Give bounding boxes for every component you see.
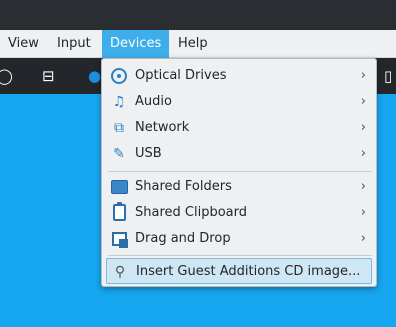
menu-item-shared-folders[interactable]: Shared Folders ›	[106, 174, 372, 200]
chevron-right-icon: ›	[360, 231, 366, 246]
devices-menu: Optical Drives › ♫ Audio › ⧉ Network › ✎…	[101, 58, 377, 287]
menu-item-label: Network	[135, 120, 190, 135]
shared-folders-icon	[111, 180, 128, 194]
audio-icon: ♫	[112, 94, 126, 110]
menu-item-label: USB	[135, 146, 162, 161]
chevron-right-icon: ›	[360, 68, 366, 83]
chevron-right-icon: ›	[360, 179, 366, 194]
app-icon[interactable]: ●	[88, 67, 101, 85]
menu-separator	[108, 255, 372, 256]
menu-item-drag-and-drop[interactable]: Drag and Drop ›	[106, 226, 372, 252]
menu-item-label: Drag and Drop	[135, 231, 231, 246]
power-icon[interactable]: ◯	[0, 67, 13, 85]
menu-input[interactable]: Input	[49, 30, 99, 58]
chevron-right-icon: ›	[360, 94, 366, 109]
menu-view[interactable]: View	[0, 30, 47, 58]
menu-item-insert-guest-additions[interactable]: ⚲ Insert Guest Additions CD image...	[106, 258, 372, 284]
menu-help[interactable]: Help	[170, 30, 216, 58]
chevron-right-icon: ›	[360, 205, 366, 220]
toolbar-end-icon[interactable]: ▯	[384, 67, 392, 85]
window-titlebar	[0, 0, 396, 30]
network-icon: ⧉	[114, 120, 124, 136]
chevron-right-icon: ›	[360, 146, 366, 161]
menu-item-network[interactable]: ⧉ Network ›	[106, 115, 372, 141]
menu-item-shared-clipboard[interactable]: Shared Clipboard ›	[106, 200, 372, 226]
menu-item-label: Shared Clipboard	[135, 205, 247, 220]
menubar: View Input Devices Help	[0, 30, 396, 58]
optical-drive-icon	[111, 68, 127, 84]
menu-item-label: Shared Folders	[135, 179, 232, 194]
menu-item-optical-drives[interactable]: Optical Drives ›	[106, 63, 372, 89]
settings-icon[interactable]: ⊟	[42, 67, 55, 85]
menu-item-label: Insert Guest Additions CD image...	[136, 264, 361, 279]
drag-drop-icon	[112, 232, 128, 248]
menu-item-audio[interactable]: ♫ Audio ›	[106, 89, 372, 115]
menu-devices[interactable]: Devices	[102, 30, 170, 58]
chevron-right-icon: ›	[360, 120, 366, 135]
menu-separator	[108, 171, 372, 172]
menu-item-label: Optical Drives	[135, 68, 227, 83]
clipboard-icon	[113, 202, 126, 221]
usb-icon: ✎	[113, 146, 125, 162]
guest-additions-icon: ⚲	[114, 264, 126, 280]
menu-item-label: Audio	[135, 94, 172, 109]
menu-item-usb[interactable]: ✎ USB ›	[106, 141, 372, 167]
